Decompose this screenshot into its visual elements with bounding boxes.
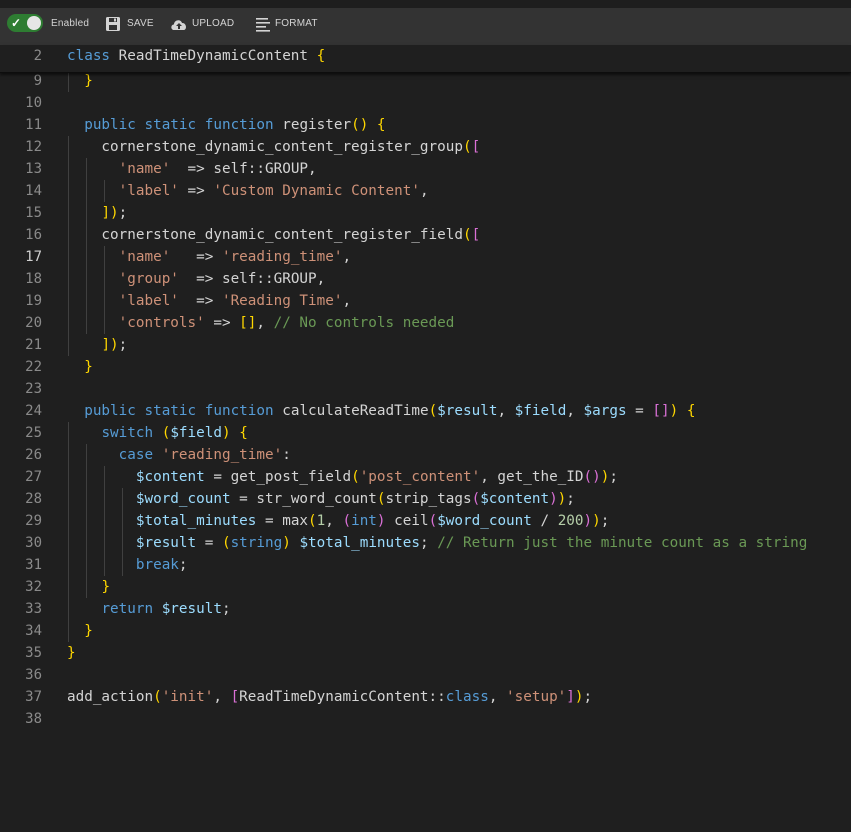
code-line[interactable]: add_action('init', [ReadTimeDynamicConte…	[67, 686, 592, 708]
code-line[interactable]: }	[67, 620, 93, 642]
toggle-knob	[27, 16, 41, 30]
code-line[interactable]: return $result;	[67, 598, 230, 620]
line-number: 24	[25, 403, 42, 419]
code-line[interactable]: cornerstone_dynamic_content_register_gro…	[67, 136, 480, 158]
line-number: 21	[25, 337, 42, 353]
line-number: 35	[25, 645, 42, 661]
code-line[interactable]: ]);	[67, 202, 127, 224]
line-number: 2	[33, 48, 42, 64]
enabled-toggle[interactable]: ✓	[7, 14, 43, 32]
line-number: 14	[25, 183, 42, 199]
code-line[interactable]: 'controls' => [], // No controls needed	[67, 312, 455, 334]
code-line[interactable]: case 'reading_time':	[67, 444, 291, 466]
check-icon: ✓	[11, 16, 22, 30]
line-number: 26	[25, 447, 42, 463]
line-number: 36	[25, 667, 42, 683]
line-number: 25	[25, 425, 42, 441]
code-line[interactable]: $result = (string) $total_minutes; // Re…	[67, 532, 807, 554]
code-line[interactable]: }	[67, 576, 110, 598]
save-icon[interactable]	[104, 15, 122, 33]
code-line[interactable]: 'name' => 'reading_time',	[67, 246, 351, 268]
code-line[interactable]: }	[67, 70, 93, 92]
code-line[interactable]: $word_count = str_word_count(strip_tags(…	[67, 488, 575, 510]
code-line[interactable]: $total_minutes = max(1, (int) ceil($word…	[67, 510, 609, 532]
upload-button[interactable]: UPLOAD	[192, 18, 234, 29]
line-number: 17	[25, 249, 42, 265]
format-button[interactable]: FORMAT	[275, 18, 318, 29]
code-line[interactable]: switch ($field) {	[67, 422, 247, 444]
line-number: 13	[25, 161, 42, 177]
line-number: 31	[25, 557, 42, 573]
line-number: 33	[25, 601, 42, 617]
line-number: 30	[25, 535, 42, 551]
line-number: 20	[25, 315, 42, 331]
line-number: 10	[25, 95, 42, 111]
line-number: 22	[25, 359, 42, 375]
line-number: 38	[25, 711, 42, 727]
code-line[interactable]: 'group' => self::GROUP,	[67, 268, 326, 290]
save-button[interactable]: SAVE	[127, 18, 154, 29]
window-top-strip	[0, 0, 851, 8]
line-number: 11	[25, 117, 42, 133]
enabled-label: Enabled	[51, 18, 90, 29]
line-number: 18	[25, 271, 42, 287]
line-number: 16	[25, 227, 42, 243]
code-line[interactable]: public static function calculateReadTime…	[67, 400, 695, 422]
line-number: 19	[25, 293, 42, 309]
line-number: 23	[25, 381, 42, 397]
code-line[interactable]: cornerstone_dynamic_content_register_fie…	[67, 224, 480, 246]
code-line[interactable]: 'name' => self::GROUP,	[67, 158, 317, 180]
line-number: 34	[25, 623, 42, 639]
line-number: 32	[25, 579, 42, 595]
code-line[interactable]: ]);	[67, 334, 127, 356]
code-line[interactable]: break;	[67, 554, 188, 576]
line-number: 28	[25, 491, 42, 507]
code-line[interactable]: $content = get_post_field('post_content'…	[67, 466, 618, 488]
code-line[interactable]: 'label' => 'Reading Time',	[67, 290, 351, 312]
code-line[interactable]: }	[67, 356, 93, 378]
line-number: 37	[25, 689, 42, 705]
line-number: 29	[25, 513, 42, 529]
code-line[interactable]: 'label' => 'Custom Dynamic Content',	[67, 180, 429, 202]
line-number: 27	[25, 469, 42, 485]
upload-cloud-icon[interactable]	[169, 15, 189, 33]
line-number: 9	[33, 73, 42, 89]
code-line[interactable]: }	[67, 642, 76, 664]
code-line[interactable]: public static function register() {	[67, 114, 385, 136]
code-line-sticky[interactable]: class ReadTimeDynamicContent {	[67, 45, 325, 67]
line-number: 12	[25, 139, 42, 155]
editor-toolbar: ✓ Enabled SAVE UPLOAD FORMAT	[0, 8, 851, 45]
line-number: 15	[25, 205, 42, 221]
sticky-scroll-header[interactable]: 2 class ReadTimeDynamicContent {	[0, 45, 851, 73]
format-lines-icon[interactable]	[254, 15, 272, 33]
